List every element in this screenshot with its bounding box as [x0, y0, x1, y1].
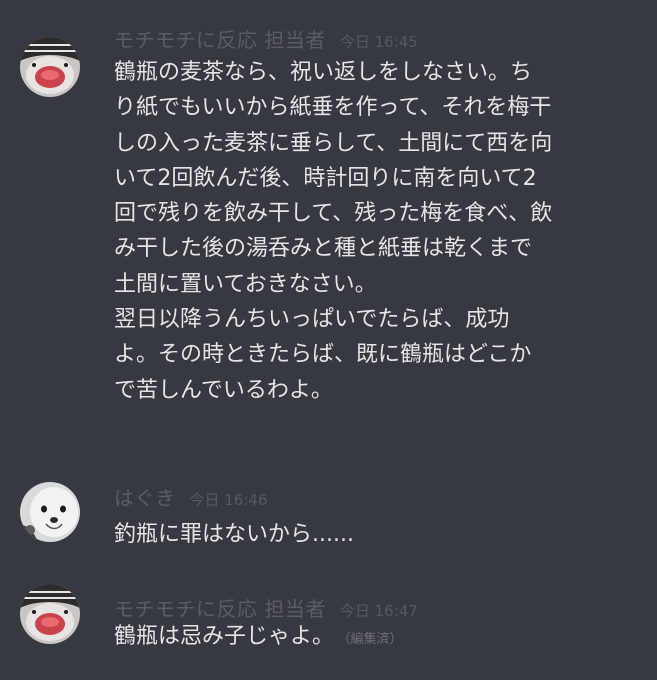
edited-label: （編集済） [344, 632, 403, 647]
username[interactable]: モチモチに反応 担当者 [114, 597, 326, 621]
username[interactable]: はぐき [114, 486, 176, 510]
message-body: 鶴瓶の麦茶なら、祝い返しをしなさい。ち り紙でもいいから紙垂を作って、それを梅干… [114, 55, 644, 408]
message-body: 釣瓶に罪はないから...... [114, 517, 644, 552]
user-avatar[interactable] [20, 584, 80, 644]
timestamp: 今日 16:45 [339, 33, 418, 51]
message-line: 土間に置いておきなさい。 [114, 271, 377, 297]
message-header: モチモチに反応 担当者 今日 16:45 [114, 24, 418, 52]
username[interactable]: モチモチに反応 担当者 [114, 28, 326, 52]
message-line: しの入った麦茶に垂らして、土間にて西を向 [114, 130, 553, 156]
user-avatar[interactable] [20, 37, 80, 97]
message-line: り紙でもいいから紙垂を作って、それを梅干 [114, 95, 552, 121]
message-line: 回で残りを飲み干して、残った梅を食べ、飲 [114, 201, 553, 227]
message-line: 鶴瓶の麦茶なら、祝い返しをしなさい。ち [114, 60, 533, 85]
message-text: 鶴瓶は忌み子じゃよ。 [114, 624, 335, 649]
message-line: で苦しんでいるわよ。 [114, 377, 333, 403]
message-header: モチモチに反応 担当者 今日 16:47 [114, 593, 418, 621]
message-line: 翌日以降うんちいっぱいでたらば、成功 [114, 307, 510, 333]
message-line: 鶴瓶は忌み子じゃよ。 （編集済） [114, 619, 644, 654]
seal-face-icon [20, 482, 80, 542]
message-line: いて2回飲んだ後、時計回りに南を向いて2 [114, 165, 537, 191]
user-avatar[interactable] [20, 482, 80, 542]
message-body: 鶴瓶は忌み子じゃよ。 （編集済） [114, 619, 644, 654]
timestamp: 今日 16:47 [339, 602, 418, 620]
timestamp: 今日 16:46 [189, 491, 268, 509]
message-header: はぐき 今日 16:46 [114, 482, 268, 510]
message-line: 釣瓶に罪はないから...... [114, 522, 354, 547]
chat-log: モチモチに反応 担当者 今日 16:45 鶴瓶の麦茶なら、祝い返しをしなさい。ち … [0, 0, 657, 680]
bird-face-icon [20, 37, 80, 97]
bird-face-icon [20, 584, 80, 644]
message-line: よ。その時ときたらば、既に鶴瓶はどこか [114, 342, 532, 368]
message-line: み干した後の湯呑みと種と紙垂は乾くまで [114, 236, 533, 262]
